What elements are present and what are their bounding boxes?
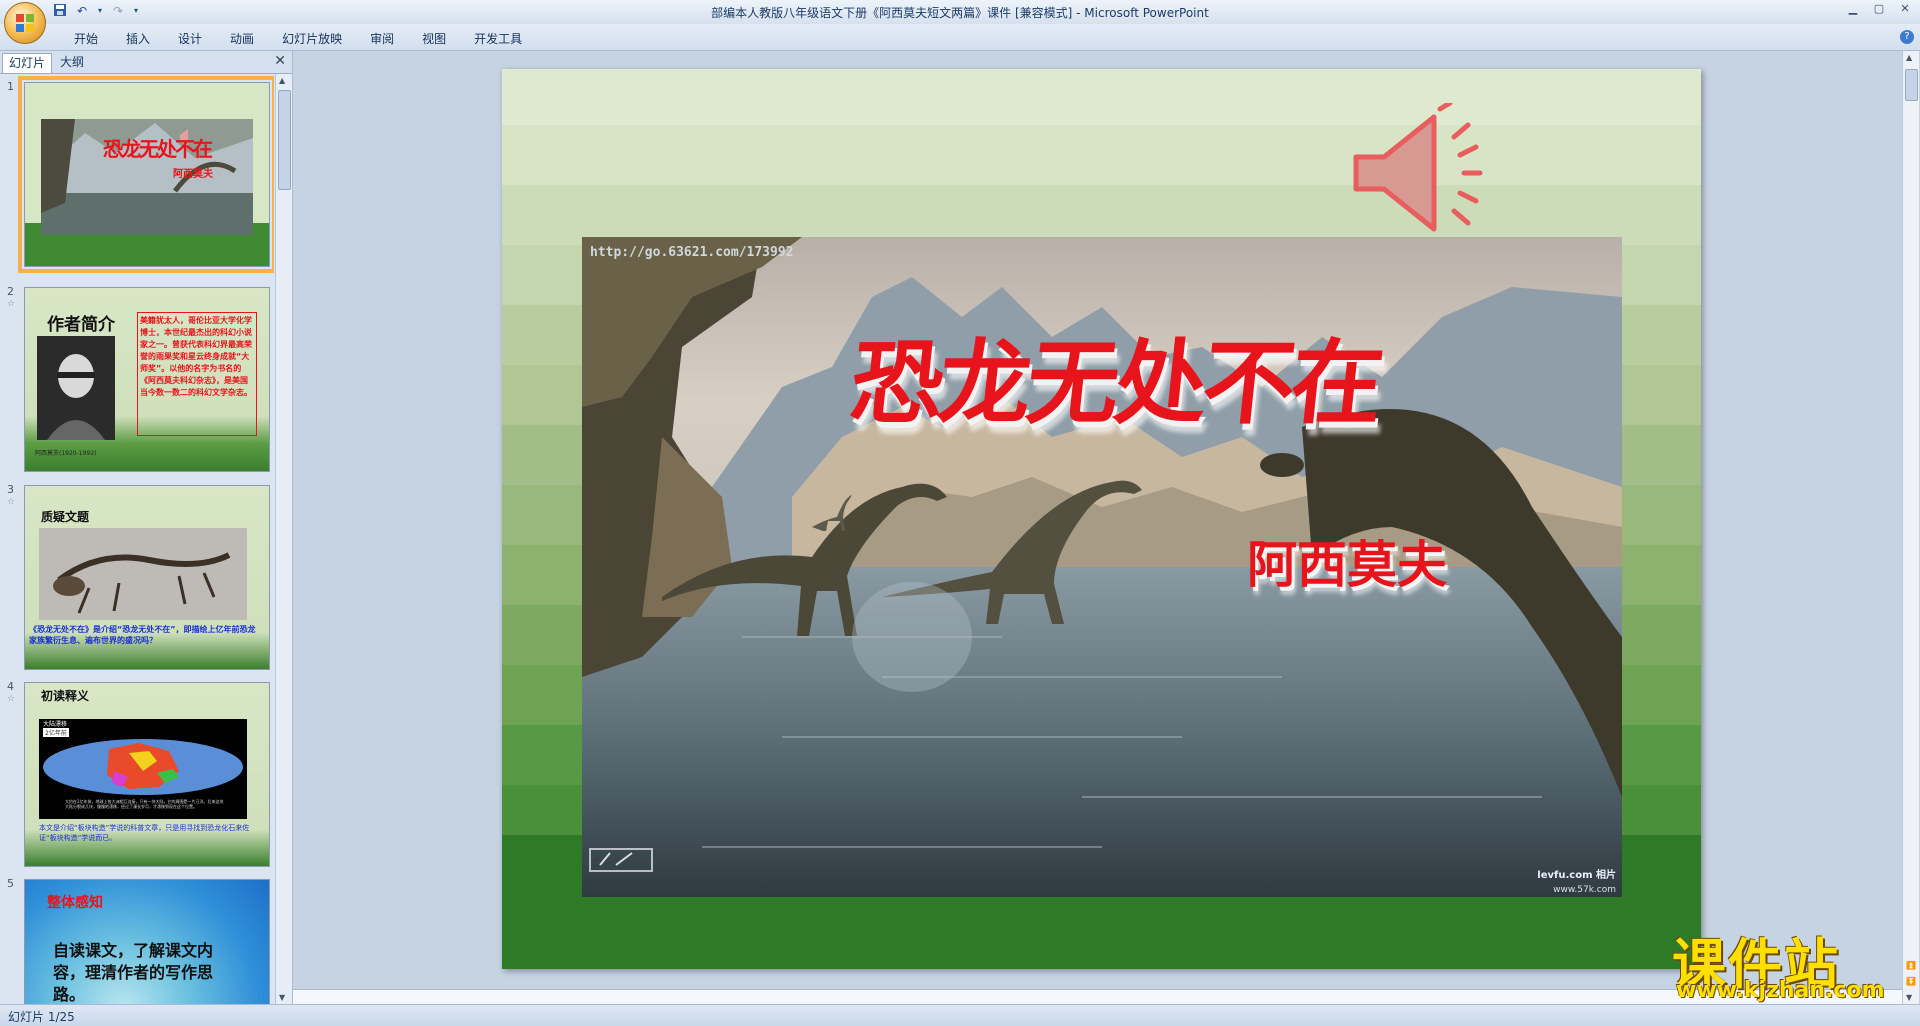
thumbnail-body: 本文是介绍“板块构造”学说的科普文章，只是用寻找到恐龙化石来佐证“板块构造”学说… bbox=[39, 824, 250, 842]
thumbnail-heading: 质疑文题 bbox=[41, 510, 90, 524]
author-photo bbox=[37, 336, 115, 440]
tab-insert[interactable]: 插入 bbox=[112, 30, 164, 47]
office-logo-icon bbox=[16, 14, 34, 32]
transition-icon: ☆ bbox=[7, 299, 16, 309]
thumbnail-heading: 作者简介 bbox=[47, 315, 115, 335]
tab-view[interactable]: 视图 bbox=[408, 30, 460, 47]
slides-panel: 幻灯片 大纲 ✕ 1 恐龙无处不在 阿西莫夫 2 ☆ 作者简介 阿西莫夫(192… bbox=[0, 51, 293, 1004]
window-controls: ▁ ▢ ✕ bbox=[1844, 2, 1914, 16]
office-button[interactable] bbox=[4, 2, 46, 44]
thumbnail-number: 4 bbox=[7, 680, 14, 693]
tab-developer[interactable]: 开发工具 bbox=[460, 30, 536, 47]
watermark-url: www.kjzhan.com bbox=[1676, 978, 1885, 1003]
ribbon: 开始 插入 设计 动画 幻灯片放映 审阅 视图 开发工具 ? bbox=[0, 24, 1920, 51]
fossil-image bbox=[39, 528, 247, 620]
site-watermark: 课件站 www.kjzhan.com bbox=[1668, 920, 1908, 1004]
panel-tabs: 幻灯片 大纲 ✕ bbox=[0, 51, 292, 74]
photo-logo-url: www.57k.com bbox=[1553, 885, 1616, 895]
slide-author[interactable]: 阿西莫夫 bbox=[1247, 525, 1447, 597]
tab-review[interactable]: 审阅 bbox=[356, 30, 408, 47]
minimize-icon[interactable]: ▁ bbox=[1844, 2, 1862, 16]
slide-canvas[interactable]: http://go.63621.com/173992 levfu.com 相片 … bbox=[502, 69, 1701, 969]
map-text: 大约在2亿年前，地球上各大洲相互连接，只有一块大陆，它的周围是一片汪洋。后来这块… bbox=[65, 799, 224, 809]
notes-pane[interactable] bbox=[293, 989, 1902, 1005]
slide-scrollbar[interactable]: ▲ ⏫ ⏬ ▼ bbox=[1902, 51, 1919, 1004]
slide-counter: 幻灯片 1/25 bbox=[8, 1010, 75, 1024]
thumbnail-heading: 整体感知 bbox=[47, 895, 103, 911]
tab-slides[interactable]: 幻灯片 bbox=[2, 53, 53, 73]
panel-close-icon[interactable]: ✕ bbox=[274, 53, 286, 69]
close-icon[interactable]: ✕ bbox=[1896, 2, 1914, 16]
ribbon-tabs: 开始 插入 设计 动画 幻灯片放映 审阅 视图 开发工具 bbox=[60, 30, 536, 47]
thumbnail-number: 2 bbox=[7, 285, 14, 298]
slide-thumbnail-1[interactable]: 恐龙无处不在 阿西莫夫 bbox=[18, 76, 274, 273]
continent-map: 大陆漂移 2亿年前 大约在2亿年前，地球上各大洲相互连接，只有一块大陆，它的周围… bbox=[39, 719, 247, 819]
thumbnail-subtitle: 阿西莫夫 bbox=[173, 169, 213, 180]
tab-animations[interactable]: 动画 bbox=[216, 30, 268, 47]
window-title: 部编本人教版八年级语文下册《阿西莫夫短文两篇》课件 [兼容模式] - Micro… bbox=[711, 6, 1209, 20]
title-bar: ↶ ▾ ↷ ▾ 部编本人教版八年级语文下册《阿西莫夫短文两篇》课件 [兼容模式]… bbox=[0, 0, 1920, 25]
thumbnail-scrollbar[interactable]: ▲ ▼ bbox=[275, 74, 292, 1004]
tab-slideshow[interactable]: 幻灯片放映 bbox=[268, 30, 356, 47]
thumbnail-title: 恐龙无处不在 bbox=[103, 137, 213, 161]
thumbnail-heading: 初读释义 bbox=[41, 689, 90, 703]
slide-thumbnail-2[interactable]: 作者简介 阿西莫夫(1920-1992) 美籍犹太人，哥伦比亚大学化学博士，本世… bbox=[24, 287, 270, 472]
thumbnail-body: 《恐龙无处不在》是介绍“恐龙无处不在”，即描绘上亿年前恐龙家族繁衍生息、遍布世界… bbox=[29, 625, 256, 645]
slide-thumbnail-3[interactable]: 质疑文题 《恐龙无处不在》是介绍“恐龙无处不在”，即描绘上亿年前恐龙家族繁衍生息… bbox=[24, 485, 270, 670]
tab-outline[interactable]: 大纲 bbox=[54, 53, 90, 72]
transition-icon: ☆ bbox=[7, 694, 16, 704]
scroll-up-icon[interactable]: ▲ bbox=[279, 76, 285, 85]
photo-caption: 阿西莫夫(1920-1992) bbox=[35, 450, 97, 457]
scroll-down-icon[interactable]: ▼ bbox=[279, 993, 285, 1002]
status-bar: 幻灯片 1/25 bbox=[0, 1004, 1920, 1026]
thumbnail-1-art bbox=[25, 83, 269, 266]
photo-url-text: http://go.63621.com/173992 bbox=[590, 245, 794, 260]
transition-icon: ☆ bbox=[7, 497, 16, 507]
maximize-icon[interactable]: ▢ bbox=[1870, 2, 1888, 16]
slide-title[interactable]: 恐龙无处不在 bbox=[845, 309, 1387, 442]
speaker-icon[interactable] bbox=[1352, 103, 1512, 243]
slide-thumbnail-5[interactable]: 整体感知 自读课文，了解课文内容，理清作者的写作思路。 bbox=[24, 879, 270, 1004]
photo-logo: levfu.com 相片 bbox=[1537, 870, 1616, 881]
thumbnail-body: 美籍犹太人，哥伦比亚大学化学博士，本世纪最杰出的科幻小说家之一。曾获代表科幻界最… bbox=[137, 312, 257, 436]
tab-design[interactable]: 设计 bbox=[164, 30, 216, 47]
scrollbar-thumb[interactable] bbox=[1905, 69, 1918, 101]
slide-thumbnail-4[interactable]: 初读释义 大陆漂移 2亿年前 大约在2亿年前，地球上各大洲相互连接，只有一块大陆… bbox=[24, 682, 270, 867]
scrollbar-thumb[interactable] bbox=[278, 90, 291, 190]
thumbnail-number: 3 bbox=[7, 483, 14, 496]
thumbnail-body: 自读课文，了解课文内容，理清作者的写作思路。 bbox=[53, 941, 214, 1004]
thumbnail-number: 1 bbox=[7, 80, 14, 93]
thumbnail-number: 5 bbox=[7, 877, 14, 890]
map-title: 大陆漂移 bbox=[43, 721, 68, 728]
scroll-up-icon[interactable]: ▲ bbox=[1906, 53, 1912, 62]
tab-home[interactable]: 开始 bbox=[60, 30, 112, 47]
thumbnail-list: 1 恐龙无处不在 阿西莫夫 2 ☆ 作者简介 阿西莫夫(1920-1992) 美… bbox=[0, 74, 274, 1004]
help-icon[interactable]: ? bbox=[1900, 30, 1914, 44]
